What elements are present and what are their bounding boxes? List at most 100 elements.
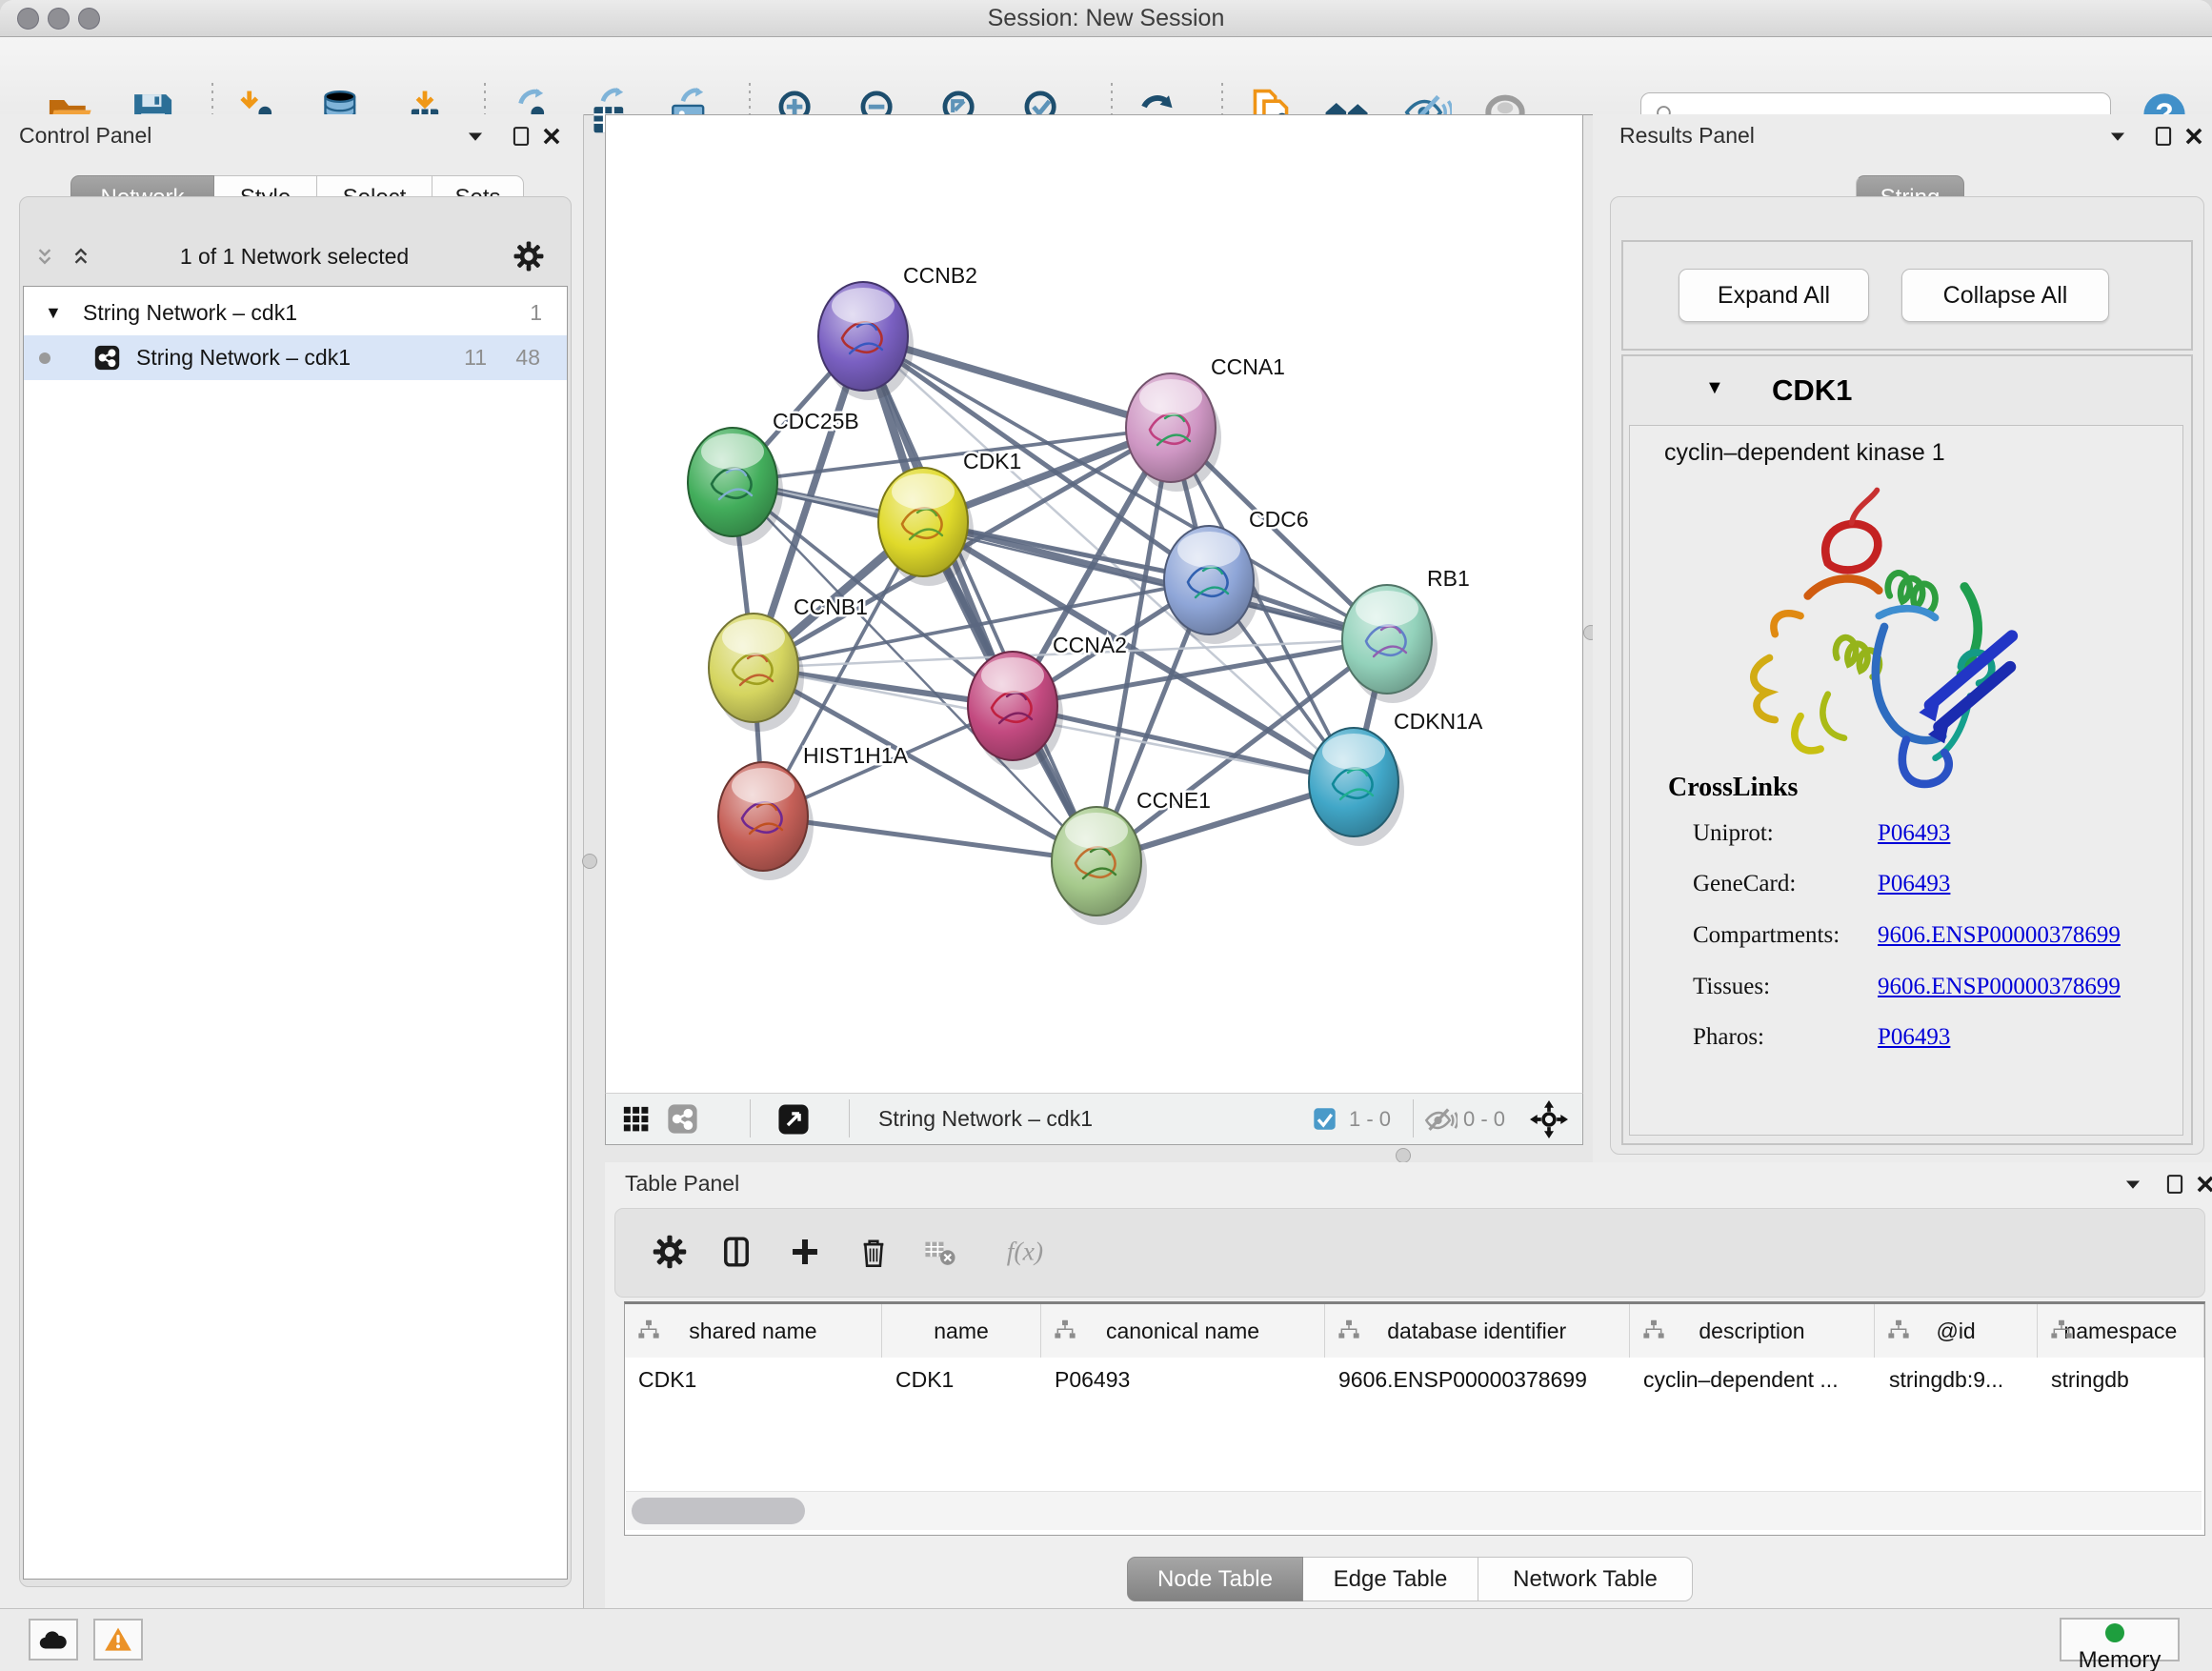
results-close-icon[interactable] xyxy=(2182,124,2206,149)
column-header-id[interactable]: @id xyxy=(1875,1304,2037,1358)
tab-edge-table[interactable]: Edge Table xyxy=(1303,1557,1478,1601)
section-collapse-icon[interactable]: ▼ xyxy=(1705,377,1724,399)
column-header-canonicalname[interactable]: canonical name xyxy=(1041,1304,1325,1358)
network-edge-count: 48 xyxy=(498,335,540,380)
network-node-CDKN1A[interactable]: CDKN1A xyxy=(1309,709,1483,846)
columns-icon xyxy=(718,1234,754,1270)
network-selected-status: 1 of 1 Network selected xyxy=(19,234,570,278)
network-node-CDC6[interactable]: CDC6 xyxy=(1164,507,1309,644)
table-cell[interactable]: cyclin–dependent ... xyxy=(1630,1358,1876,1402)
panel-close-icon[interactable] xyxy=(539,124,564,149)
svg-text:f(x): f(x) xyxy=(1007,1237,1043,1266)
gene-section-header[interactable]: ▼ CDK1 xyxy=(1623,356,2191,425)
selected-nodes-checkbox-icon[interactable] xyxy=(1311,1105,1338,1133)
network-tree-root[interactable]: ▼ String Network – cdk1 1 xyxy=(24,291,567,335)
table-cell[interactable]: P06493 xyxy=(1041,1358,1325,1402)
fit-content-icon[interactable] xyxy=(1530,1100,1568,1138)
delete-column-button[interactable] xyxy=(855,1234,892,1270)
network-status-dot xyxy=(39,352,50,364)
tab-node-table[interactable]: Node Table xyxy=(1127,1557,1303,1601)
network-canvas[interactable]: CCNB2CCNA1CDC25BCDK1CDC6RB1CCNB1CCNA2CDK… xyxy=(606,115,1582,1094)
table-cell[interactable]: CDK1 xyxy=(625,1358,882,1402)
expand-collapse-box: Expand All Collapse All xyxy=(1621,240,2193,351)
network-edge[interactable] xyxy=(1013,706,1354,782)
table-cell[interactable]: CDK1 xyxy=(882,1358,1041,1402)
gene-details: cyclin–dependent kinase 1 xyxy=(1629,425,2183,1136)
results-menu-icon[interactable] xyxy=(2105,124,2130,149)
tree-expander-icon[interactable]: ▼ xyxy=(45,291,62,335)
memory-status-dot xyxy=(2105,1623,2124,1642)
show-columns-button[interactable] xyxy=(718,1234,754,1270)
table-float-icon[interactable] xyxy=(2162,1172,2187,1197)
table-cell[interactable]: stringdb xyxy=(2038,1358,2204,1402)
selected-count: 1 - 0 xyxy=(1349,1094,1391,1144)
gene-name: CDK1 xyxy=(1772,356,1852,425)
column-header-name[interactable]: name xyxy=(882,1304,1041,1358)
node-label: CCNB1 xyxy=(794,594,868,619)
automation-button[interactable] xyxy=(29,1619,78,1661)
network-tree-item[interactable]: String Network – cdk1 11 48 xyxy=(24,335,567,380)
titlebar: Session: New Session xyxy=(0,0,2212,37)
scrollbar-thumb[interactable] xyxy=(632,1498,805,1524)
memory-button[interactable]: Memory xyxy=(2060,1618,2180,1661)
network-node-CCNB2[interactable]: CCNB2 xyxy=(818,263,977,400)
add-column-button[interactable] xyxy=(787,1234,823,1270)
horizontal-splitter-handle[interactable] xyxy=(1396,1148,1411,1163)
column-header-databaseidentifier[interactable]: database identifier xyxy=(1325,1304,1630,1358)
table-menu-icon[interactable] xyxy=(2121,1172,2145,1197)
column-header-description[interactable]: description xyxy=(1630,1304,1876,1358)
crosslink-link[interactable]: P06493 xyxy=(1878,1024,1950,1051)
crosslink-link[interactable]: 9606.ENSP00000378699 xyxy=(1878,974,2121,1000)
node-label: CCNA1 xyxy=(1211,354,1285,379)
left-splitter-handle[interactable] xyxy=(582,854,597,869)
network-item-label: String Network – cdk1 xyxy=(136,335,351,380)
crosslink-label: Tissues: xyxy=(1693,974,1770,999)
panel-float-icon[interactable] xyxy=(509,124,533,149)
network-collection-label: String Network – cdk1 xyxy=(83,291,297,335)
network-edge[interactable] xyxy=(863,336,1096,861)
window-zoom-button[interactable] xyxy=(78,8,100,30)
detach-view-icon[interactable] xyxy=(775,1101,812,1137)
panel-menu-icon[interactable] xyxy=(463,124,488,149)
crosslink-row: GeneCard: P06493 xyxy=(1693,871,2169,897)
network-node-CCNE1[interactable]: CCNE1 xyxy=(1052,788,1211,925)
network-node-CCNA1[interactable]: CCNA1 xyxy=(1126,354,1285,492)
crosslink-link[interactable]: P06493 xyxy=(1878,871,1950,897)
function-builder-button[interactable]: f(x) xyxy=(987,1234,1059,1270)
table-cell[interactable]: stringdb:9... xyxy=(1876,1358,2038,1402)
network-node-HIST1H1A[interactable]: HIST1H1A xyxy=(718,743,909,880)
table-panel-title: Table Panel xyxy=(625,1171,739,1197)
collapse-all-button[interactable]: Collapse All xyxy=(1901,269,2109,322)
crosslink-link[interactable]: 9606.ENSP00000378699 xyxy=(1878,922,2121,949)
expand-all-button[interactable]: Expand All xyxy=(1679,269,1869,322)
window-title: Session: New Session xyxy=(0,0,2212,36)
column-header-sharedname[interactable]: shared name xyxy=(625,1304,882,1358)
grid-view-icon[interactable] xyxy=(620,1103,653,1136)
results-panel-title: Results Panel xyxy=(1619,123,1755,149)
crosslink-link[interactable]: P06493 xyxy=(1878,820,1950,847)
network-overview-icon[interactable] xyxy=(665,1101,700,1137)
main-toolbar: ? xyxy=(0,37,2212,115)
table-horizontal-scrollbar[interactable] xyxy=(626,1491,2202,1530)
crosslink-row: Uniprot: P06493 xyxy=(1693,820,2169,847)
node-label: CCNB2 xyxy=(903,263,977,288)
network-node-RB1[interactable]: RB1 xyxy=(1342,566,1470,703)
node-table-header: shared namenamecanonical namedatabase id… xyxy=(625,1304,2204,1359)
table-settings-button[interactable] xyxy=(652,1234,688,1270)
gear-icon xyxy=(652,1234,688,1270)
results-float-icon[interactable] xyxy=(2151,124,2176,149)
network-options-gear-icon[interactable] xyxy=(513,240,545,272)
protein-structure-image xyxy=(1683,479,2045,794)
gene-section: ▼ CDK1 cyclin–dependent kinase 1 xyxy=(1621,354,2193,1145)
table-close-icon[interactable] xyxy=(2193,1172,2212,1197)
delete-table-button[interactable] xyxy=(922,1234,958,1270)
fx-icon: f(x) xyxy=(987,1234,1059,1270)
tab-network-table[interactable]: Network Table xyxy=(1478,1557,1693,1601)
network-tree: ▼ String Network – cdk1 1 String Network… xyxy=(23,286,568,1580)
warnings-button[interactable] xyxy=(93,1619,143,1661)
window-minimize-button[interactable] xyxy=(48,8,70,30)
column-header-namespace[interactable]: namespace xyxy=(2038,1304,2204,1358)
table-row[interactable]: CDK1CDK1P064939606.ENSP00000378699cyclin… xyxy=(625,1358,2204,1402)
window-close-button[interactable] xyxy=(17,8,39,30)
table-cell[interactable]: 9606.ENSP00000378699 xyxy=(1325,1358,1630,1402)
